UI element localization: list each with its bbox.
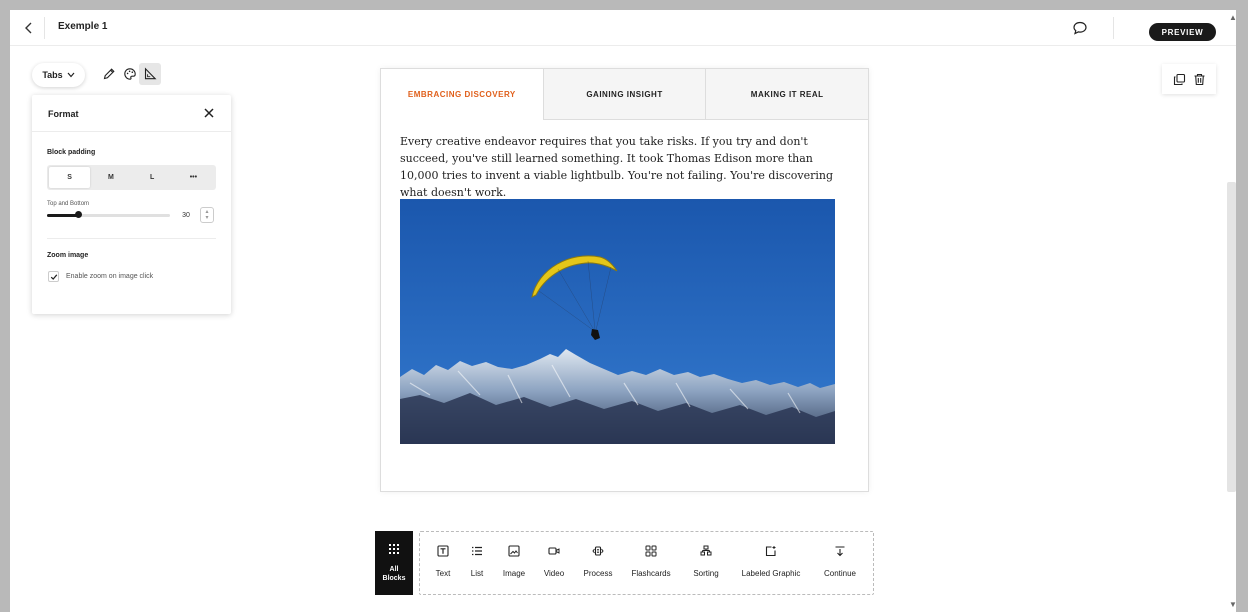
block-padding-label: Block padding — [47, 149, 96, 156]
top-bottom-label: Top and Bottom — [47, 201, 90, 207]
tabs-block: EMBRACING DISCOVERY GAINING INSIGHT MAKI… — [380, 68, 869, 492]
all-blocks-label: All — [389, 566, 399, 573]
paraglider-image[interactable] — [400, 199, 835, 444]
process-icon — [592, 546, 604, 556]
all-blocks-button[interactable]: All Blocks — [375, 531, 413, 595]
block-label: List — [470, 569, 484, 578]
tab-embracing-discovery[interactable]: EMBRACING DISCOVERY — [381, 69, 543, 120]
scroll-up-arrow-icon[interactable]: ▲ — [1229, 13, 1237, 22]
padding-option-l[interactable]: L — [132, 167, 173, 188]
flashcards-icon — [645, 545, 657, 557]
block-label: Flashcards — [631, 569, 671, 578]
image-icon — [508, 545, 520, 557]
scroll-down-arrow-icon[interactable]: ▼ — [1229, 600, 1237, 609]
slider-fill — [47, 214, 78, 217]
block-library-bar: All Blocks Text List Image Video Process… — [375, 531, 875, 596]
divider — [1113, 17, 1114, 39]
block-labeled-graphic-button[interactable]: Labeled Graphic — [734, 532, 808, 594]
padding-option-s[interactable]: S — [49, 167, 91, 188]
divider — [44, 17, 45, 39]
block-list-button[interactable]: List — [462, 532, 492, 594]
block-process-button[interactable]: Process — [577, 532, 619, 594]
padding-value-input[interactable]: 30 — [175, 207, 197, 223]
quick-insert-blocks: Text List Image Video Process Flashcards — [419, 531, 874, 595]
continue-icon — [835, 546, 845, 557]
slider-handle[interactable] — [74, 211, 82, 218]
block-label: Image — [502, 569, 526, 578]
block-label: Video — [543, 569, 565, 578]
preview-button[interactable]: PREVIEW — [1149, 23, 1216, 41]
padding-stepper[interactable]: ▴ ▾ — [200, 207, 214, 223]
text-icon — [437, 545, 449, 557]
trash-icon[interactable] — [1192, 72, 1206, 86]
zoom-checkbox[interactable] — [48, 271, 59, 282]
tab-list: EMBRACING DISCOVERY GAINING INSIGHT MAKI… — [381, 69, 869, 120]
duplicate-icon[interactable] — [1172, 72, 1186, 86]
chevron-down-icon — [67, 72, 75, 78]
tab-making-it-real[interactable]: MAKING IT REAL — [705, 69, 869, 120]
block-image-button[interactable]: Image — [497, 532, 531, 594]
block-continue-button[interactable]: Continue — [816, 532, 864, 594]
block-sorting-button[interactable]: Sorting — [685, 532, 727, 594]
block-type-label: Tabs — [42, 70, 63, 80]
editor-app: Exemple 1 PREVIEW Tabs Format Block padd… — [10, 10, 1236, 612]
zoom-image-label: Zoom image — [47, 252, 89, 259]
format-icon[interactable] — [139, 63, 161, 85]
block-label: Sorting — [693, 569, 719, 578]
format-panel: Format Block padding S M L ••• Top and B… — [32, 95, 231, 314]
close-icon[interactable] — [202, 106, 216, 120]
top-bar: Exemple 1 PREVIEW — [10, 10, 1236, 46]
scrollbar-thumb[interactable] — [1227, 182, 1236, 492]
tab-gaining-insight[interactable]: GAINING INSIGHT — [542, 69, 706, 120]
format-panel-header: Format — [32, 95, 231, 132]
block-label: Text — [435, 569, 451, 578]
block-label: Process — [583, 569, 613, 578]
grid-icon — [389, 544, 399, 554]
block-text-button[interactable]: Text — [428, 532, 458, 594]
zoom-checkbox-label: Enable zoom on image click — [66, 273, 154, 280]
block-type-dropdown[interactable]: Tabs — [32, 63, 85, 87]
video-icon — [548, 547, 560, 555]
padding-option-m[interactable]: M — [90, 167, 131, 188]
labeled-graphic-icon — [765, 546, 776, 557]
list-icon — [472, 546, 482, 556]
lesson-title: Exemple 1 — [58, 21, 108, 32]
padding-segmented-control: S M L ••• — [47, 165, 216, 190]
pencil-icon[interactable] — [98, 63, 120, 85]
checkmark-icon — [50, 273, 57, 280]
palette-icon[interactable] — [119, 63, 141, 85]
block-video-button[interactable]: Video — [538, 532, 570, 594]
block-label: Labeled Graphic — [741, 569, 801, 578]
format-panel-title: Format — [48, 109, 79, 119]
tab-content-text[interactable]: Every creative endeavor requires that yo… — [400, 133, 852, 201]
padding-option-more[interactable]: ••• — [173, 167, 214, 188]
stepper-down-icon[interactable]: ▾ — [205, 215, 208, 221]
divider — [47, 238, 216, 239]
sorting-icon — [700, 545, 712, 556]
padding-slider[interactable] — [47, 211, 170, 218]
all-blocks-label: Blocks — [382, 575, 406, 582]
back-arrow-icon[interactable] — [20, 19, 38, 37]
comment-icon[interactable] — [1072, 20, 1088, 36]
block-flashcards-button[interactable]: Flashcards — [627, 532, 675, 594]
block-label: Continue — [823, 569, 857, 578]
block-actions — [1162, 64, 1216, 94]
